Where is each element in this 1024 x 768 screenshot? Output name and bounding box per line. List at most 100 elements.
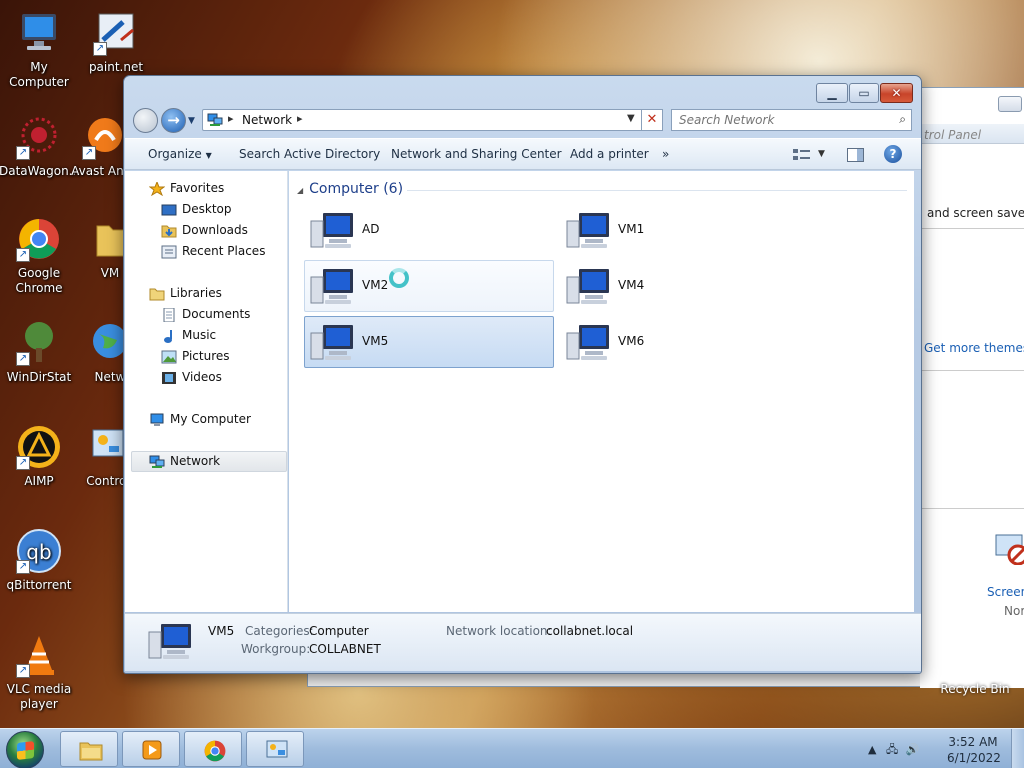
back-window-minimize-button[interactable] [998,96,1022,112]
get-more-themes-link[interactable]: Get more themes o [924,341,1024,355]
show-hidden-icons-button[interactable]: ▲ [868,743,876,756]
show-desktop-button[interactable] [1011,729,1024,768]
vlc-cone-icon: ↗ [16,632,62,678]
taskbar-chrome[interactable] [184,731,242,767]
desktop-icon-datawagon[interactable]: ↗ DataWagon... [0,114,80,179]
desktop-icon [161,203,177,217]
view-options-dropdown[interactable]: ▼ [818,149,825,159]
recent-places-icon [161,245,177,259]
details-name: VM5 [208,624,235,638]
desktop-icon-aimp[interactable]: ↗ AIMP [0,424,79,489]
system-clock[interactable]: 3:52 AM 6/1/2022 [947,734,1001,766]
network-computer-icon [309,211,355,251]
clear-address-button[interactable]: ✕ [641,109,663,131]
more-commands-button[interactable]: » [662,147,669,161]
nav-music[interactable]: Music [161,328,216,347]
desktop-icon-paint-net[interactable]: ↗ paint.net [76,10,156,75]
music-note-icon [161,329,177,343]
organize-button[interactable]: Organize ▼ [148,147,212,161]
control-panel-icon [265,739,288,761]
forward-button[interactable]: → [161,108,186,133]
qbittorrent-icon: qb ↗ [16,528,62,574]
nav-my-computer[interactable]: My Computer [149,412,251,431]
explorer-window[interactable]: ▁ ▭ ✕ → ▼ ▸ Network ▸ ▼ ✕ ⌕ Organize ▼ S… [123,75,922,674]
svg-text:qb: qb [26,540,51,564]
breadcrumb-network[interactable]: Network [242,113,292,127]
paint-net-icon: ↗ [93,10,139,56]
desktop-icon-vlc[interactable]: ↗ VLC media player [0,632,79,712]
back-button[interactable] [133,108,158,133]
taskbar-control-panel[interactable] [246,731,304,767]
details-categories-label: Categories: [245,624,314,638]
screen-saver-icon[interactable] [994,531,1024,566]
back-window-address[interactable]: trol Panel [924,128,981,142]
nav-libraries[interactable]: Libraries [149,286,222,305]
collapse-triangle-icon: ◢ [297,186,304,195]
search-box[interactable]: ⌕ [671,109,912,131]
busy-cursor-icon [389,268,409,288]
shortcut-arrow-icon: ↗ [82,146,96,160]
computer-tile-vm4[interactable]: VM4 [560,260,810,312]
computer-tile-vm2[interactable]: VM2 [304,260,554,312]
recent-pages-dropdown[interactable]: ▼ [188,116,195,126]
nav-downloads[interactable]: Downloads [161,223,248,242]
breadcrumb-chevron-icon[interactable]: ▸ [228,112,234,125]
network-icon [207,113,223,127]
computer-icon [149,413,165,427]
volume-icon[interactable]: 🔊 [906,743,920,756]
computer-tile-vm5[interactable]: VM5 [304,316,554,368]
help-icon[interactable]: ? [884,145,902,163]
address-dropdown-icon[interactable]: ▼ [627,113,635,124]
desktop-icon-my-computer[interactable]: My Computer [0,10,79,90]
pictures-icon [161,350,177,364]
computer-tile-vm1[interactable]: VM1 [560,204,810,256]
network-sharing-center-button[interactable]: Network and Sharing Center [391,147,562,161]
screen-saver-link[interactable]: Screen [987,585,1024,599]
taskbar-explorer[interactable] [60,731,118,767]
search-icon[interactable]: ⌕ [899,112,906,127]
breadcrumb-chevron-icon[interactable]: ▸ [297,112,303,125]
shortcut-arrow-icon: ↗ [16,456,30,470]
computer-tile-vm6[interactable]: VM6 [560,316,810,368]
network-computer-icon [309,323,355,363]
maximize-button[interactable]: ▭ [849,83,879,103]
desktop-icon-chrome[interactable]: ↗ Google Chrome [0,216,79,296]
start-button[interactable] [6,731,44,768]
aimp-icon: ↗ [16,424,62,470]
preview-pane-icon[interactable] [847,148,864,162]
taskbar-media-player[interactable] [122,731,180,767]
network-computer-icon [565,211,611,251]
details-pane: VM5 Categories: Computer Workgroup: COLL… [125,613,921,671]
desktop-icon-recycle-bin[interactable]: Recycle Bin [935,682,1015,696]
minimize-button[interactable]: ▁ [816,83,848,103]
computer-tile-ad[interactable]: AD [304,204,554,256]
search-active-directory-button[interactable]: Search Active Directory [239,147,380,161]
add-printer-button[interactable]: Add a printer [570,147,649,161]
back-window-text: and screen saver al [927,206,1024,220]
shortcut-arrow-icon: ↗ [93,42,107,56]
search-input[interactable] [672,110,887,130]
change-view-icon[interactable] [793,148,811,162]
windows-logo-icon [17,741,34,760]
chevron-down-icon: ▼ [205,151,212,160]
desktop-icon-windirstat[interactable]: ↗ WinDirStat [0,320,79,385]
network-computer-icon [565,267,611,307]
network-tray-icon[interactable]: 🖧 [886,743,898,756]
nav-desktop[interactable]: Desktop [161,202,232,221]
nav-network[interactable]: Network [149,454,220,473]
details-workgroup-value: COLLABNET [309,642,381,656]
nav-recent-places[interactable]: Recent Places [161,244,265,263]
address-bar[interactable]: ▸ Network ▸ ▼ [202,109,662,131]
shortcut-arrow-icon: ↗ [16,664,30,678]
command-bar: Organize ▼ Search Active Directory Netwo… [125,138,921,170]
nav-videos[interactable]: Videos [161,370,222,389]
nav-documents[interactable]: Documents [161,307,250,326]
content-pane: ◢ Computer (6) AD VM1 VM2 VM4 VM5 VM6 [289,171,914,612]
nav-favorites[interactable]: Favorites [148,180,224,200]
close-button[interactable]: ✕ [880,83,913,103]
desktop-icon-qbittorrent[interactable]: qb ↗ qBittorrent [0,528,79,593]
clock-time: 3:52 AM [948,735,998,749]
nav-pictures[interactable]: Pictures [161,349,230,368]
group-header-computer[interactable]: ◢ Computer (6) [297,181,403,197]
chrome-icon [203,739,226,762]
